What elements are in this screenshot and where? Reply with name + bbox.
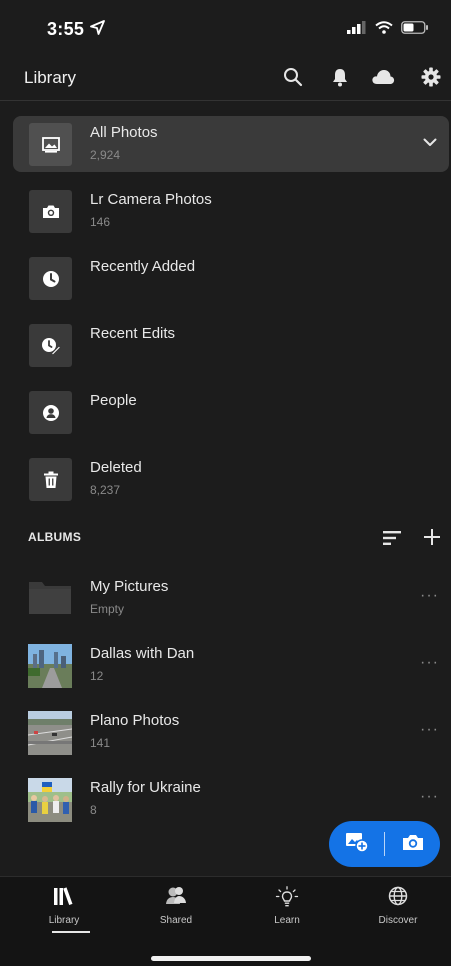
nav-item-people[interactable]: People <box>13 384 449 440</box>
library-icon <box>8 886 120 908</box>
album-label: Dallas with Dan <box>90 645 195 662</box>
albums-section-header: ALBUMS <box>0 522 451 552</box>
more-options-icon[interactable]: ··· <box>420 788 439 806</box>
nav-item-label: People <box>90 392 137 409</box>
app-root: 3:55 Library All Photos 2,924 Lr Camera … <box>0 0 451 966</box>
albums-title: ALBUMS <box>28 530 82 544</box>
tab-learn[interactable]: Learn <box>231 877 343 937</box>
album-thumbnail <box>28 644 72 688</box>
nav-item-label: All Photos <box>90 124 158 141</box>
add-photo-icon <box>345 831 369 858</box>
camera-button[interactable] <box>385 821 440 867</box>
album-count: 8 <box>90 803 97 817</box>
edit-clock-icon <box>29 324 72 367</box>
battery-icon <box>401 21 429 39</box>
album-label: My Pictures <box>90 578 169 595</box>
bottom-tab-bar: Library Shared Learn Discover <box>0 876 451 966</box>
page-title: Library <box>24 68 76 87</box>
nav-item-lr-camera-photos[interactable]: Lr Camera Photos 146 <box>13 183 449 239</box>
album-item-plano-photos[interactable]: Plano Photos 141 ··· <box>0 707 451 763</box>
nav-item-label: Lr Camera Photos <box>90 191 212 208</box>
nav-item-count: 8,237 <box>90 483 121 497</box>
nav-item-count: 146 <box>90 215 111 229</box>
tab-label: Learn <box>274 915 300 926</box>
cloud-icon[interactable] <box>370 64 396 90</box>
album-item-my-pictures[interactable]: My Pictures Empty ··· <box>0 573 451 629</box>
nav-item-count: 2,924 <box>90 148 121 162</box>
search-icon[interactable] <box>280 64 306 90</box>
clock-icon <box>29 257 72 300</box>
app-header: Library <box>0 56 451 100</box>
add-photos-fab <box>329 821 440 867</box>
active-tab-indicator <box>52 931 90 933</box>
status-time: 3:55 <box>47 19 85 39</box>
camera-icon <box>29 190 72 233</box>
tab-label: Library <box>48 915 80 926</box>
photo-icon <box>29 123 72 166</box>
album-label: Plano Photos <box>90 712 180 729</box>
status-bar: 3:55 <box>0 0 451 56</box>
album-count: 141 <box>90 736 111 750</box>
album-count: Empty <box>90 602 125 616</box>
lightbulb-icon <box>231 886 343 908</box>
nav-item-label: Recent Edits <box>90 325 176 342</box>
trash-icon <box>29 458 72 501</box>
nav-item-deleted[interactable]: Deleted 8,237 <box>13 451 449 507</box>
nav-item-recent-edits[interactable]: Recent Edits <box>13 317 449 373</box>
nav-item-all-photos[interactable]: All Photos 2,924 <box>13 116 449 172</box>
home-indicator <box>151 956 311 961</box>
album-thumbnail <box>28 711 72 755</box>
gear-icon[interactable] <box>418 64 444 90</box>
nav-item-label: Deleted <box>90 459 142 476</box>
location-arrow-icon <box>90 20 105 40</box>
chevron-down-icon[interactable] <box>423 134 437 152</box>
add-photo-button[interactable] <box>329 821 384 867</box>
tab-label: Shared <box>159 915 193 926</box>
album-item-dallas-with-dan[interactable]: Dallas with Dan 12 ··· <box>0 640 451 696</box>
nav-item-recently-added[interactable]: Recently Added <box>13 250 449 306</box>
people-icon <box>120 886 232 908</box>
more-options-icon[interactable]: ··· <box>420 721 439 739</box>
bell-icon[interactable] <box>327 64 353 90</box>
header-divider <box>0 100 451 101</box>
add-album-icon[interactable] <box>424 529 440 550</box>
tab-label: Discover <box>378 915 418 926</box>
sort-icon[interactable] <box>383 531 401 550</box>
globe-icon <box>342 886 451 908</box>
tab-discover[interactable]: Discover <box>342 877 451 937</box>
album-thumbnail <box>28 778 72 822</box>
person-icon <box>29 391 72 434</box>
nav-item-label: Recently Added <box>90 258 196 275</box>
tab-shared[interactable]: Shared <box>120 877 232 937</box>
more-options-icon[interactable]: ··· <box>420 654 439 672</box>
folder-icon <box>28 577 72 621</box>
album-label: Rally for Ukraine <box>90 779 201 796</box>
camera-icon <box>402 833 424 856</box>
signal-icon <box>347 21 367 39</box>
wifi-icon <box>375 21 393 39</box>
tab-library[interactable]: Library <box>8 877 120 937</box>
album-count: 12 <box>90 669 104 683</box>
more-options-icon[interactable]: ··· <box>420 587 439 605</box>
